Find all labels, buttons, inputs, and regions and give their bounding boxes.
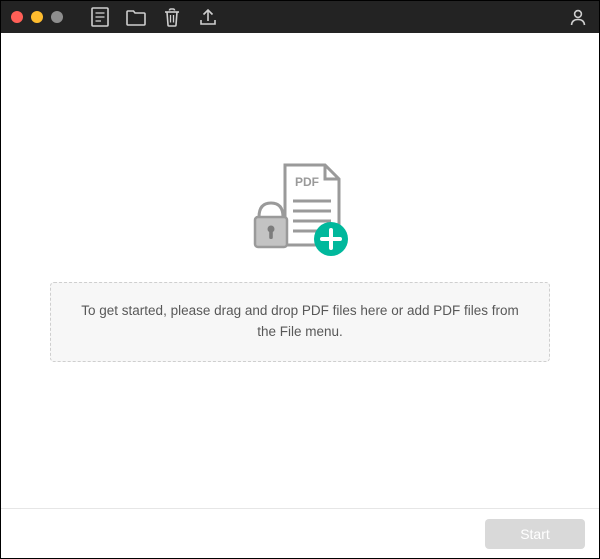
pdf-label: PDF [295, 175, 319, 189]
main-content: PDF To get started, please drag and d [1, 33, 599, 508]
drop-message: To get started, please drag and drop PDF… [81, 303, 518, 339]
footer-bar: Start [1, 508, 599, 558]
drop-zone[interactable]: To get started, please drag and drop PDF… [50, 282, 550, 362]
lock-icon [255, 203, 287, 247]
toolbar-icons [89, 6, 219, 28]
window-minimize-button[interactable] [31, 11, 43, 23]
window-controls [11, 11, 63, 23]
trash-icon[interactable] [161, 6, 183, 28]
user-icon[interactable] [567, 6, 589, 28]
window-maximize-button[interactable] [51, 11, 63, 23]
window-close-button[interactable] [11, 11, 23, 23]
start-button[interactable]: Start [485, 519, 585, 549]
titlebar [1, 1, 599, 33]
open-folder-icon[interactable] [125, 6, 147, 28]
plus-add-icon [314, 222, 348, 256]
new-document-icon[interactable] [89, 6, 111, 28]
upload-icon[interactable] [197, 6, 219, 28]
empty-state-illustration: PDF [245, 159, 355, 264]
